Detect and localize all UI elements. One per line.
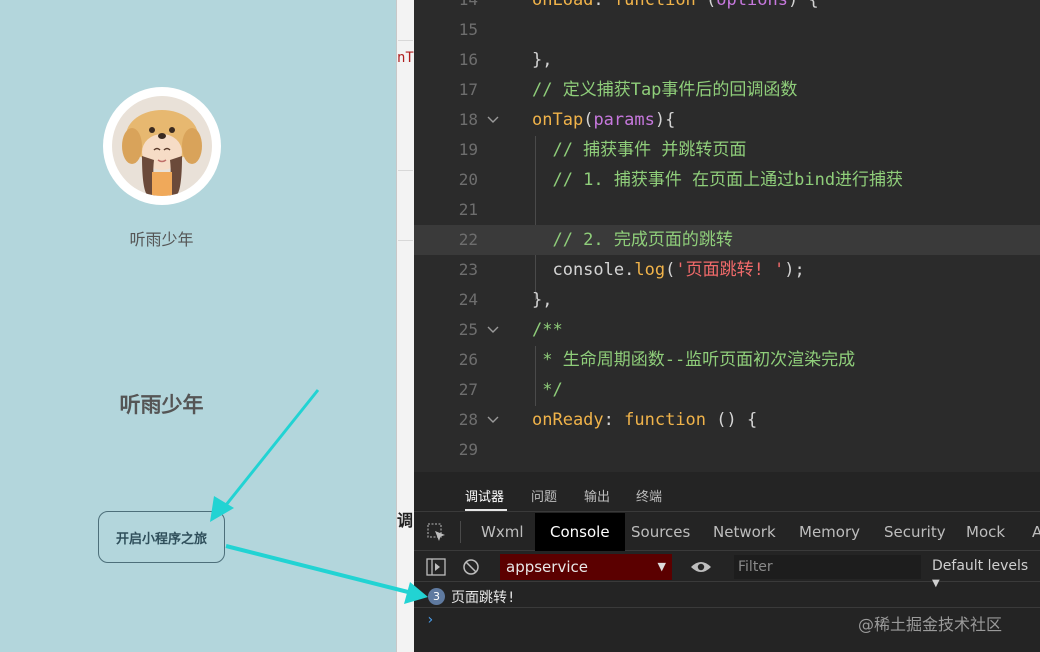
annotation-arrows <box>210 389 428 604</box>
arrow-to-button <box>220 389 320 511</box>
arrowhead <box>404 582 428 604</box>
arrow-to-log <box>225 544 413 595</box>
